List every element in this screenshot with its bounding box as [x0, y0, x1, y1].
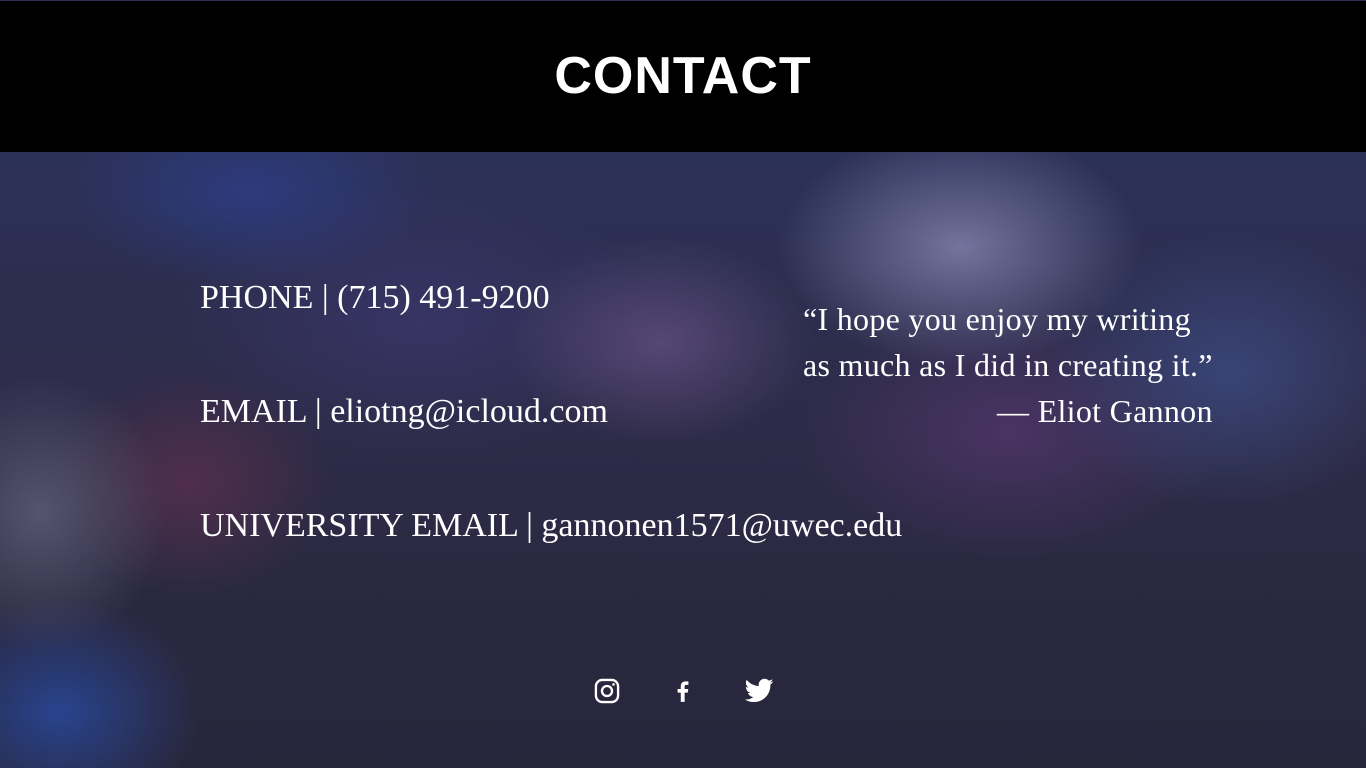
quote-author: — Eliot Gannon [997, 393, 1213, 429]
email-text: EMAIL | eliotng@icloud.com [200, 393, 608, 430]
social-links [0, 676, 1366, 706]
instagram-icon[interactable] [592, 676, 622, 706]
quote-line-1: “I hope you enjoy my writing [803, 301, 1191, 337]
page-title: CONTACT [554, 46, 812, 105]
phone-text: PHONE | (715) 491-9200 [200, 279, 550, 316]
university-email-text: UNIVERSITY EMAIL | gannonen1571@uwec.edu [200, 507, 903, 544]
page-header: CONTACT [0, 0, 1366, 152]
quote-block: “I hope you enjoy my writing as much as … [803, 296, 1213, 434]
twitter-icon[interactable] [744, 676, 774, 706]
facebook-icon[interactable] [668, 676, 698, 706]
quote-line-2: as much as I did in creating it.” [803, 347, 1213, 383]
